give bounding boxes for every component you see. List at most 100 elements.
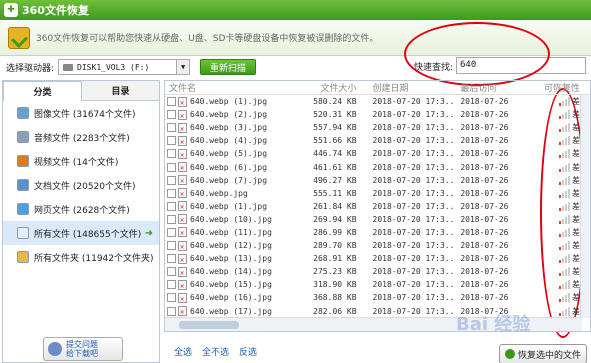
created-date-cell: 2018-07-20 17:3...: [369, 228, 457, 237]
row-checkbox[interactable]: [167, 175, 176, 185]
created-date-cell: 2018-07-20 17:3...: [369, 267, 457, 276]
table-row[interactable]: 640.webp (7).jpg 496.27 KB 2018-07-20 17:3…: [165, 174, 590, 187]
recoverability-cell-text: 差: [572, 241, 581, 251]
header-filename[interactable]: 文件名: [165, 81, 293, 94]
accessed-date-cell-text: 2018-07-26: [460, 267, 509, 277]
row-checkbox[interactable]: [167, 214, 176, 224]
category-item[interactable]: 所有文件夹 (11942个文件夹): [3, 245, 159, 269]
drive-label: 选择驱动器:: [6, 63, 55, 74]
file-size-cell-text: 580.24 KB: [313, 97, 357, 107]
vertical-scrollbar[interactable]: [580, 95, 590, 318]
help-icon: [48, 342, 62, 356]
file-name-cell: 640.webp (7).jpg: [165, 175, 293, 186]
rescan-button[interactable]: 重新扫描: [200, 59, 257, 75]
row-checkbox[interactable]: [167, 162, 176, 172]
category-item[interactable]: 所有文件 (148655个文件) ➜: [3, 221, 159, 245]
deleted-file-icon: [178, 135, 187, 146]
category-item[interactable]: 网页文件 (2628个文件): [3, 197, 159, 221]
accessed-date-cell-text: 2018-07-26: [460, 123, 509, 133]
table-row[interactable]: 640.webp (1).jpg 261.84 KB 2018-07-20 17:3…: [165, 200, 590, 213]
search-label: 快速查找:: [414, 63, 454, 73]
recoverability-cell-text: 差: [572, 188, 581, 198]
help-feedback-button[interactable]: 提交问题 给下载吧: [43, 337, 123, 361]
chevron-down-icon[interactable]: ▼: [176, 60, 190, 74]
row-checkbox[interactable]: [167, 97, 176, 107]
table-row[interactable]: 640.webp (10).jpg 269.94 KB 2018-07-20 17:…: [165, 213, 590, 226]
row-checkbox[interactable]: [167, 293, 176, 303]
row-checkbox[interactable]: [167, 188, 176, 198]
tab-category[interactable]: 分类: [3, 81, 82, 101]
file-name-cell-text: 640.webp (12).jpg: [190, 241, 272, 251]
file-name-cell-text: 640.webp (6).jpg: [190, 162, 268, 172]
row-checkbox[interactable]: [167, 254, 176, 264]
file-size-cell-text: 268.91 KB: [313, 254, 357, 264]
file-name-cell: 640.webp (6).jpg: [165, 162, 293, 173]
file-name-cell: 640.webp (1).jpg: [165, 201, 293, 212]
recover-selected-button[interactable]: 恢复选中的文件: [499, 344, 587, 363]
file-size-cell-text: 289.70 KB: [313, 241, 357, 251]
table-row[interactable]: 640.webp (4).jpg 551.66 KB 2018-07-20 17:3…: [165, 134, 590, 147]
table-row[interactable]: 640.webp (15).jpg 318.90 KB 2018-07-20 17:…: [165, 278, 590, 291]
table-row[interactable]: 640.webp (12).jpg 289.70 KB 2018-07-20 17:…: [165, 239, 590, 252]
created-date-cell-text: 2018-07-20 17:3...: [372, 201, 457, 211]
signal-bars-icon: [559, 227, 571, 237]
file-name-cell: 640.webp (2).jpg: [165, 109, 293, 120]
header-recoverability[interactable]: 可恢复性: [542, 81, 590, 94]
row-checkbox[interactable]: [167, 241, 176, 251]
row-checkbox[interactable]: [167, 201, 176, 211]
recoverability-cell-text: 差: [572, 97, 581, 107]
search-input[interactable]: 640: [456, 57, 586, 74]
file-name-cell: 640.webp.jpg: [165, 188, 293, 199]
deleted-file-icon: [178, 201, 187, 212]
file-size-cell-text: 275.23 KB: [313, 267, 357, 277]
recoverability-cell-text: 差: [572, 162, 581, 172]
category-item[interactable]: 音频文件 (2283个文件): [3, 125, 159, 149]
category-item[interactable]: 文档文件 (20520个文件): [3, 173, 159, 197]
row-checkbox[interactable]: [167, 267, 176, 277]
table-row[interactable]: 640.webp (3).jpg 557.94 KB 2018-07-20 17:3…: [165, 121, 590, 134]
accessed-date-cell: 2018-07-26: [456, 136, 542, 145]
file-name-cell-text: 640.webp (15).jpg: [190, 280, 272, 290]
row-checkbox[interactable]: [167, 149, 176, 159]
file-size-cell-text: 461.61 KB: [313, 162, 357, 172]
file-name-cell-text: 640.webp (1).jpg: [190, 201, 268, 211]
select-all-link[interactable]: 全选: [174, 345, 192, 358]
table-row[interactable]: 640.webp (13).jpg 268.91 KB 2018-07-20 17:…: [165, 252, 590, 265]
table-row[interactable]: 640.webp (16).jpg 368.88 KB 2018-07-20 17:…: [165, 291, 590, 304]
row-checkbox[interactable]: [167, 306, 176, 316]
row-checkbox[interactable]: [167, 136, 176, 146]
recover-button-label: 恢复选中的文件: [517, 350, 581, 361]
category-item[interactable]: 图像文件 (31674个文件): [3, 101, 159, 125]
drive-select[interactable]: DISK1_VOL3 (F:) ▼: [58, 59, 191, 75]
deleted-file-icon: [178, 214, 187, 225]
file-size-cell-text: 496.27 KB: [313, 175, 357, 185]
table-row[interactable]: 640.webp (1).jpg 580.24 KB 2018-07-20 17:3…: [165, 95, 590, 108]
row-checkbox[interactable]: [167, 280, 176, 290]
scroll-thumb[interactable]: [179, 320, 239, 329]
accessed-date-cell: 2018-07-26: [456, 176, 542, 185]
table-row[interactable]: 640.webp (6).jpg 461.61 KB 2018-07-20 17:3…: [165, 160, 590, 173]
row-checkbox[interactable]: [167, 123, 176, 133]
tab-directory[interactable]: 目录: [82, 81, 159, 101]
header-accessed[interactable]: 最后访问: [456, 81, 542, 94]
header-created[interactable]: 创建日期: [369, 81, 457, 94]
category-item[interactable]: 视频文件 (14个文件): [3, 149, 159, 173]
table-row[interactable]: 640.webp (2).jpg 520.31 KB 2018-07-20 17:3…: [165, 108, 590, 121]
row-checkbox[interactable]: [167, 227, 176, 237]
accessed-date-cell-text: 2018-07-26: [460, 175, 509, 185]
invert-selection-link[interactable]: 反选: [239, 345, 257, 358]
table-row[interactable]: 640.webp (5).jpg 446.74 KB 2018-07-20 17:3…: [165, 147, 590, 160]
deleted-file-icon: [178, 266, 187, 277]
category-label: 图像文件 (31674个文件): [34, 109, 136, 120]
header-filesize[interactable]: 文件大小: [293, 81, 369, 94]
table-header: 文件名 文件大小 创建日期 最后访问 可恢复性: [165, 81, 590, 95]
table-row[interactable]: 640.webp (14).jpg 275.23 KB 2018-07-20 17:…: [165, 265, 590, 278]
image-icon: [17, 107, 29, 119]
row-checkbox[interactable]: [167, 110, 176, 120]
banner: 360文件恢复可以帮助您快速从硬盘、U盘、SD卡等硬盘设备中恢复被误删除的文件。: [0, 20, 591, 56]
deleted-file-icon: [178, 253, 187, 264]
select-none-link[interactable]: 全不选: [202, 345, 229, 358]
table-row[interactable]: 640.webp (11).jpg 286.99 KB 2018-07-20 17:…: [165, 226, 590, 239]
table-row[interactable]: 640.webp.jpg 555.11 KB 2018-07-20 17:3...2…: [165, 187, 590, 200]
accessed-date-cell: 2018-07-26: [456, 215, 542, 224]
